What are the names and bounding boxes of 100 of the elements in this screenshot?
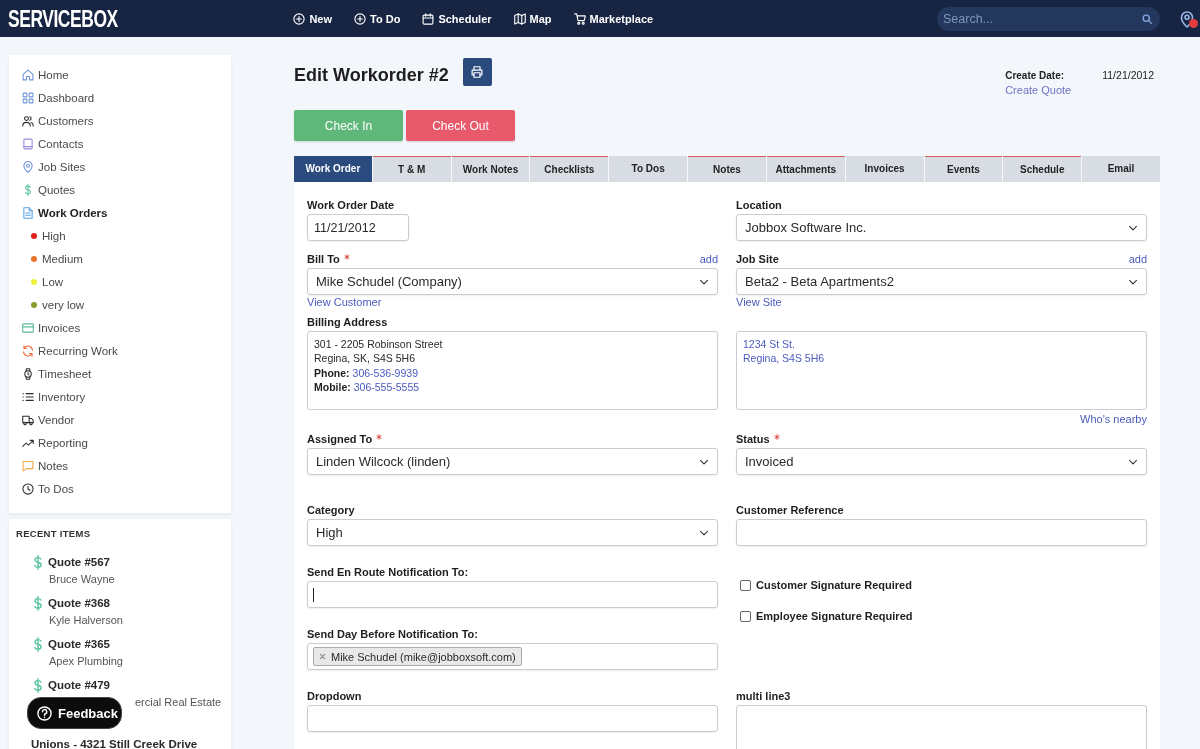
- plus-circle-icon: [354, 12, 367, 25]
- sidebar-item[interactable]: Inventory: [22, 385, 231, 408]
- list-icon: [22, 390, 34, 403]
- select-field[interactable]: Jobbox Software Inc.: [736, 214, 1147, 241]
- tab[interactable]: Work Order: [294, 156, 372, 182]
- document-icon: [22, 206, 34, 219]
- home-icon: [22, 68, 34, 81]
- field-label: Work Order Date: [307, 199, 395, 211]
- sidebar-subitem[interactable]: very low: [42, 298, 85, 311]
- create-date-label: Create Date:: [1005, 69, 1066, 81]
- sidebar-item[interactable]: Notes: [22, 454, 231, 477]
- tab[interactable]: Work Notes: [451, 156, 530, 182]
- nav-link[interactable]: Scheduler: [422, 12, 492, 25]
- sidebar-item[interactable]: Dashboard: [22, 86, 231, 109]
- tab[interactable]: Notes: [688, 156, 766, 182]
- clock-icon: [22, 482, 34, 495]
- select-field[interactable]: Beta2 - Beta Apartments2: [736, 268, 1147, 295]
- checkbox-label: Customer Signature Required: [756, 579, 912, 591]
- field-label: Status: [736, 433, 770, 445]
- sidebar-item[interactable]: Home: [22, 63, 231, 86]
- dollar-icon: [34, 554, 42, 570]
- location-pin-icon[interactable]: [1180, 8, 1198, 29]
- date-input-field[interactable]: 11/21/2012: [307, 214, 409, 241]
- add-link[interactable]: add: [1128, 253, 1147, 265]
- tab[interactable]: Checklists: [530, 156, 609, 182]
- search-field[interactable]: Search...: [937, 6, 1160, 31]
- address-line: 301 - 2205 Robinson Street: [314, 337, 443, 352]
- print-button[interactable]: [462, 58, 492, 86]
- select-field[interactable]: Mike Schudel (Company): [307, 268, 718, 295]
- sidebar-item[interactable]: Quotes: [22, 178, 231, 201]
- people-icon: [22, 114, 34, 127]
- checkbox[interactable]: [740, 610, 751, 622]
- add-link[interactable]: add: [699, 253, 718, 265]
- search-icon: [1142, 13, 1152, 24]
- remove-icon: [319, 653, 326, 660]
- phone-link[interactable]: 306-536-9939: [352, 365, 418, 380]
- sidebar-item[interactable]: Timesheet: [22, 362, 231, 385]
- address-link[interactable]: Regina, S4S 5H6: [743, 351, 825, 366]
- select-field[interactable]: Invoiced: [736, 448, 1147, 475]
- recent-item-link[interactable]: Quote #567: [48, 556, 110, 568]
- recent-item-link[interactable]: Quote #368: [48, 597, 110, 609]
- address-line: Regina, SK, S4S 5H6: [314, 351, 415, 366]
- sidebar-subitem[interactable]: Medium: [42, 252, 83, 265]
- logo[interactable]: SERVICEBOX: [8, 5, 118, 32]
- sidebar-item[interactable]: Invoices: [22, 316, 231, 339]
- calendar-icon: [422, 12, 435, 25]
- sidebar-item[interactable]: To Dos: [22, 477, 231, 500]
- recent-item-link[interactable]: Quote #479: [48, 679, 110, 691]
- field-label: Dropdown: [307, 690, 362, 702]
- text-input-field[interactable]: [307, 705, 718, 732]
- recipient-tag[interactable]: Mike Schudel (mike@jobboxsoft.com): [313, 647, 522, 666]
- field-label: Send Day Before Notification To:: [307, 628, 478, 640]
- field-label: Assigned To: [307, 433, 373, 445]
- field-label: Billing Address: [307, 316, 388, 328]
- sidebar-item[interactable]: Vendor: [22, 408, 231, 431]
- sidebar-item[interactable]: Contacts: [22, 132, 231, 155]
- phone-link[interactable]: 306-555-5555: [353, 379, 420, 395]
- address-box[interactable]: 1234 St St. Regina, S4S 5H6: [736, 331, 1147, 410]
- recent-item-link[interactable]: Quote #365: [48, 638, 110, 650]
- text-input-field[interactable]: [307, 581, 718, 608]
- sidebar-subitem[interactable]: High: [42, 229, 66, 242]
- text-cursor-icon: [313, 587, 314, 602]
- view-link[interactable]: View Site: [736, 297, 782, 308]
- tab[interactable]: To Dos: [609, 156, 688, 182]
- tab[interactable]: Schedule: [1003, 156, 1082, 182]
- watch-icon: [22, 367, 34, 380]
- sidebar-item[interactable]: Reporting: [22, 431, 231, 454]
- view-link[interactable]: View Customer: [307, 297, 382, 308]
- tab[interactable]: Events: [924, 156, 1003, 182]
- create-date-value: 11/21/2012: [1102, 69, 1154, 81]
- nav-link[interactable]: Map: [513, 12, 552, 25]
- section-heading: RECENT ITEMS: [16, 528, 92, 539]
- nav-link[interactable]: Marketplace: [573, 12, 654, 25]
- sidebar-item[interactable]: Customers: [22, 109, 231, 132]
- text-input-field[interactable]: [736, 519, 1147, 546]
- recent-item-link[interactable]: Unions - 4321 Still Creek Drive: [31, 738, 198, 749]
- tab[interactable]: Email: [1082, 156, 1160, 182]
- sidebar-subitem[interactable]: Low: [42, 275, 64, 288]
- address-box[interactable]: 301 - 2205 Robinson Street Regina, SK, S4S 5H6 Phone: 306-536-9939 Mobile: 306-555-5555: [307, 331, 718, 410]
- field-label: Bill To: [307, 253, 340, 265]
- tab[interactable]: Attachments: [766, 156, 845, 182]
- select-field[interactable]: High: [307, 519, 718, 546]
- speech-bubble-icon: [22, 459, 34, 472]
- card-icon: [22, 321, 34, 334]
- sidebar-item[interactable]: Recurring Work: [22, 339, 231, 362]
- recent-item-subtitle: Kyle Halverson: [48, 613, 124, 627]
- address-link[interactable]: 1234 St St.: [743, 337, 795, 352]
- checkbox[interactable]: [740, 579, 751, 591]
- sidebar-item[interactable]: Work Orders: [22, 201, 231, 224]
- tab[interactable]: Invoices: [845, 156, 924, 182]
- nav-link[interactable]: New: [293, 12, 333, 25]
- recipient-input-field[interactable]: Mike Schudel (mike@jobboxsoft.com): [307, 643, 718, 670]
- create-quote-link[interactable]: Create Quote: [1005, 84, 1072, 96]
- nav-link[interactable]: To Do: [354, 12, 401, 25]
- nearby-link[interactable]: Who's nearby: [1080, 413, 1147, 425]
- map-icon: [513, 12, 526, 25]
- tab[interactable]: T & M: [372, 156, 451, 182]
- feedback-button[interactable]: Feedback: [27, 697, 122, 729]
- sidebar-item[interactable]: Job Sites: [22, 155, 231, 178]
- select-field[interactable]: Linden Wilcock (linden): [307, 448, 718, 475]
